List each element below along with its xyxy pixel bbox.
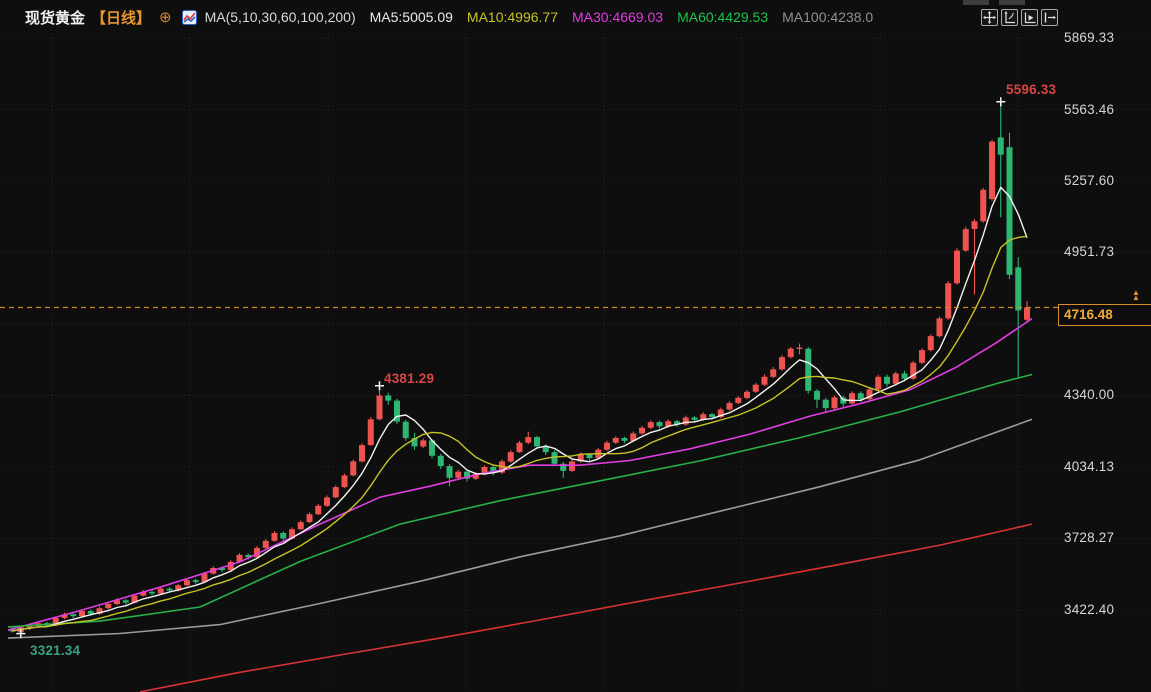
chart-header: 现货黄金 【日线】 ⊕ MA(5,10,30,60,100,200) MA5:5… xyxy=(25,7,873,27)
price-annotation: 4381.29 xyxy=(384,371,435,386)
ma-settings-label[interactable]: MA(5,10,30,60,100,200) xyxy=(205,9,356,25)
ma5-value: MA5:5005.09 xyxy=(369,9,453,25)
axis-marker-icon[interactable] xyxy=(1021,9,1038,26)
candlestick-chart[interactable] xyxy=(0,0,1151,692)
window-chip xyxy=(963,0,989,5)
trading-app: 现货黄金 【日线】 ⊕ MA(5,10,30,60,100,200) MA5:5… xyxy=(0,0,1151,692)
ma60-value: MA60:4429.53 xyxy=(677,9,769,25)
chart-toolbar xyxy=(981,9,1058,26)
ma30-value: MA30:4669.03 xyxy=(571,9,664,25)
price-up-arrows: ▲ ▲ xyxy=(1132,288,1140,303)
interval-label[interactable]: 【日线】 xyxy=(91,7,151,28)
window-chip xyxy=(999,0,1025,5)
axis-scale-up-icon[interactable] xyxy=(1001,9,1018,26)
add-indicator-icon[interactable]: ⊕ xyxy=(159,10,172,25)
symbol-title: 现货黄金 xyxy=(25,9,86,27)
price-annotation: 3321.34 xyxy=(30,643,81,658)
ma10-value: MA10:4996.77 xyxy=(466,9,558,25)
collapse-right-icon[interactable] xyxy=(1041,9,1058,26)
price-annotation: 5596.33 xyxy=(1006,82,1057,97)
pan-move-icon[interactable] xyxy=(981,9,998,26)
ma100-value: MA100:4238.0 xyxy=(782,9,874,25)
last-price-badge: 4716.48 xyxy=(1058,303,1151,326)
chart-type-icon[interactable] xyxy=(181,9,197,25)
